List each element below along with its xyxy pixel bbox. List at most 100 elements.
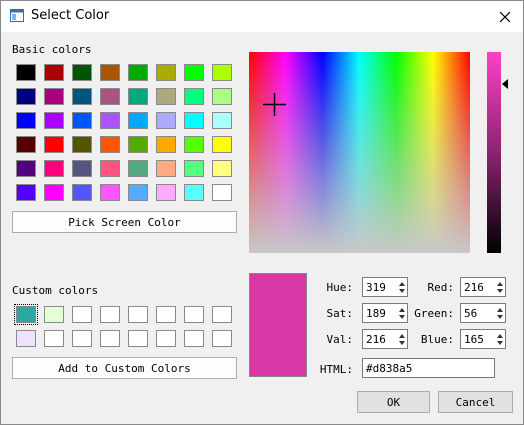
val-spinbox[interactable]: 216 [362,329,408,349]
basic-color-swatch[interactable] [184,184,204,201]
basic-color-swatch[interactable] [100,160,120,177]
close-icon[interactable] [495,7,515,27]
basic-color-swatch[interactable] [156,112,176,129]
spin-up-icon[interactable] [399,282,405,286]
spin-down-icon[interactable] [497,315,503,319]
custom-color-swatch[interactable] [212,306,232,323]
red-spinbox[interactable]: 216 [460,277,506,297]
basic-color-swatch[interactable] [72,112,92,129]
basic-color-swatch[interactable] [128,184,148,201]
basic-color-swatch[interactable] [16,64,36,81]
custom-color-swatch[interactable] [184,330,204,347]
basic-color-swatch[interactable] [212,112,232,129]
basic-color-swatch[interactable] [44,160,64,177]
basic-color-swatch[interactable] [100,184,120,201]
sat-label: Sat: [326,307,354,320]
spin-down-icon[interactable] [497,289,503,293]
crosshair-icon[interactable] [263,93,286,116]
spin-down-icon[interactable] [399,289,405,293]
basic-color-swatch[interactable] [44,112,64,129]
basic-color-swatch[interactable] [212,136,232,153]
basic-color-swatch[interactable] [16,88,36,105]
basic-color-swatch[interactable] [212,160,232,177]
basic-color-swatch[interactable] [72,160,92,177]
basic-color-swatch[interactable] [184,136,204,153]
sat-spinbox[interactable]: 189 [362,303,408,323]
custom-color-swatch[interactable] [184,306,204,323]
add-to-custom-colors-button[interactable]: Add to Custom Colors [12,357,237,379]
pick-screen-color-button[interactable]: Pick Screen Color [12,211,237,233]
custom-colors-label: Custom colors [12,284,99,297]
basic-color-swatch[interactable] [16,136,36,153]
basic-color-swatch[interactable] [184,88,204,105]
html-input[interactable]: #d838a5 [362,358,495,378]
custom-color-swatch[interactable] [44,330,64,347]
basic-color-swatch[interactable] [72,88,92,105]
basic-color-swatch[interactable] [156,64,176,81]
custom-color-swatch[interactable] [16,330,36,347]
basic-color-swatch[interactable] [156,136,176,153]
spin-up-icon[interactable] [497,334,503,338]
basic-color-swatch[interactable] [44,184,64,201]
val-value: 216 [366,333,386,346]
basic-color-swatch[interactable] [100,112,120,129]
ok-button[interactable]: OK [357,391,430,413]
custom-color-swatch[interactable] [72,330,92,347]
hue-spinbox[interactable]: 319 [362,277,408,297]
basic-color-swatch[interactable] [44,88,64,105]
spin-up-icon[interactable] [399,334,405,338]
custom-color-swatch[interactable] [14,304,38,325]
basic-color-swatch[interactable] [44,136,64,153]
basic-color-swatch[interactable] [100,136,120,153]
basic-color-swatch[interactable] [128,160,148,177]
basic-color-swatch[interactable] [100,88,120,105]
custom-color-swatch[interactable] [44,306,64,323]
red-label: Red: [427,281,455,294]
custom-color-swatch[interactable] [156,330,176,347]
title-bar: Select Color [1,1,523,32]
basic-color-swatch[interactable] [128,136,148,153]
basic-color-swatch[interactable] [128,88,148,105]
basic-color-swatch[interactable] [16,184,36,201]
basic-color-swatch[interactable] [212,88,232,105]
luminance-bar[interactable] [487,52,501,253]
custom-color-swatch[interactable] [156,306,176,323]
red-value: 216 [464,281,484,294]
blue-spinbox[interactable]: 165 [460,329,506,349]
basic-color-swatch[interactable] [184,160,204,177]
custom-color-swatch[interactable] [212,330,232,347]
basic-color-swatch[interactable] [72,184,92,201]
spin-down-icon[interactable] [399,341,405,345]
basic-color-swatch[interactable] [16,112,36,129]
basic-color-swatch[interactable] [212,64,232,81]
basic-color-swatch[interactable] [72,64,92,81]
basic-color-swatch[interactable] [184,64,204,81]
basic-color-swatch[interactable] [44,64,64,81]
basic-color-swatch[interactable] [184,112,204,129]
basic-color-swatch[interactable] [156,160,176,177]
custom-color-swatch[interactable] [128,306,148,323]
custom-color-swatch[interactable] [128,330,148,347]
basic-color-swatch[interactable] [16,160,36,177]
custom-color-swatch[interactable] [100,306,120,323]
luminance-pointer-icon[interactable] [502,79,508,89]
window-title: Select Color [31,8,110,23]
basic-color-swatch[interactable] [156,88,176,105]
basic-color-swatch[interactable] [156,184,176,201]
basic-color-swatch[interactable] [128,64,148,81]
basic-color-swatch[interactable] [100,64,120,81]
custom-color-swatch[interactable] [100,330,120,347]
custom-color-swatch[interactable] [72,306,92,323]
basic-color-swatch[interactable] [212,184,232,201]
spin-up-icon[interactable] [399,308,405,312]
cancel-button[interactable]: Cancel [438,391,513,413]
basic-color-swatch[interactable] [72,136,92,153]
basic-color-swatch[interactable] [128,112,148,129]
sat-value: 189 [366,307,386,320]
spin-up-icon[interactable] [497,282,503,286]
spin-down-icon[interactable] [399,315,405,319]
spin-up-icon[interactable] [497,308,503,312]
color-spectrum[interactable] [249,52,470,253]
green-spinbox[interactable]: 56 [460,303,506,323]
spin-down-icon[interactable] [497,341,503,345]
